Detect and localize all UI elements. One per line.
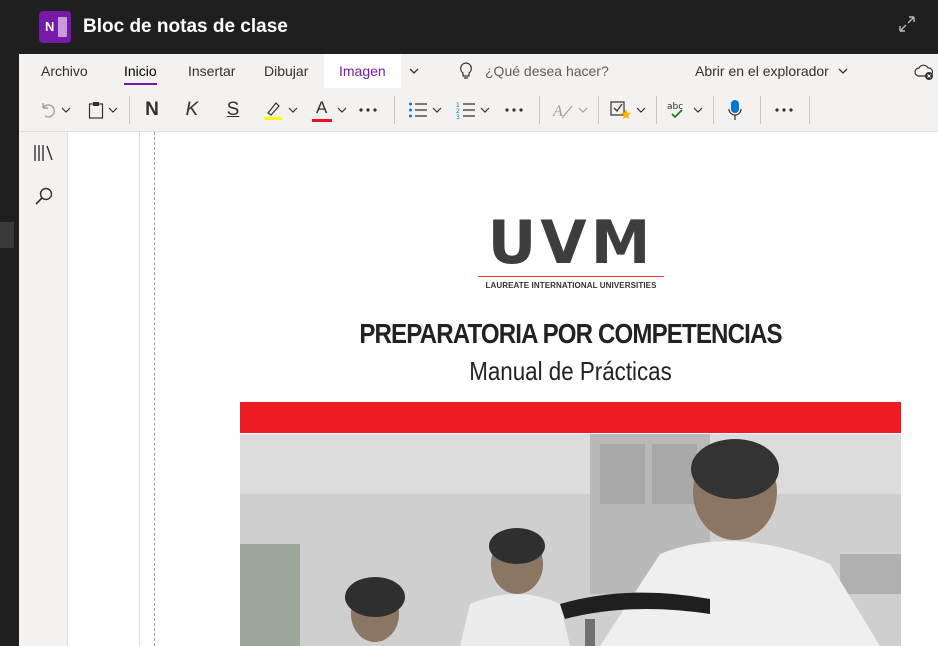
red-band bbox=[240, 402, 901, 433]
search-icon[interactable] bbox=[33, 186, 55, 208]
underline-button[interactable]: S bbox=[220, 94, 246, 126]
document-subtitle: Manual de Prácticas bbox=[469, 356, 672, 386]
page-margin-bar bbox=[139, 132, 140, 646]
svg-text:A: A bbox=[552, 103, 563, 120]
uvm-logo-text: UVM bbox=[487, 208, 655, 278]
tab-dibujar[interactable]: Dibujar bbox=[264, 54, 308, 88]
more-paragraph-options-button[interactable] bbox=[501, 94, 527, 126]
onenote-logo-icon: N bbox=[39, 11, 71, 43]
paste-button[interactable] bbox=[85, 94, 121, 126]
microphone-icon bbox=[728, 100, 742, 120]
lightbulb-icon bbox=[460, 62, 472, 79]
more-options-button[interactable] bbox=[771, 94, 797, 126]
chevron-down-icon bbox=[61, 107, 71, 113]
numbering-button[interactable]: 123 bbox=[453, 94, 493, 126]
outer-app-rail bbox=[0, 0, 19, 646]
chevron-down-icon bbox=[636, 107, 646, 113]
uvm-logo: UVM LAUREATE INTERNATIONAL UNIVERSITIES bbox=[476, 212, 666, 302]
more-font-options-button[interactable] bbox=[355, 94, 381, 126]
undo-button[interactable] bbox=[35, 94, 75, 126]
chevron-down-icon bbox=[693, 107, 703, 113]
chevron-down-icon bbox=[337, 107, 347, 113]
title-bar: N Bloc de notas de clase bbox=[19, 0, 938, 54]
ribbon-toolbar: N K S A 123 A abc bbox=[19, 88, 938, 132]
selected-rail-item[interactable] bbox=[0, 222, 14, 248]
expand-icon[interactable] bbox=[898, 15, 916, 33]
chevron-down-icon bbox=[108, 107, 118, 113]
notebooks-icon[interactable] bbox=[33, 142, 55, 164]
numbered-list-icon: 123 bbox=[456, 102, 475, 119]
highlighter-icon bbox=[264, 102, 282, 120]
more-tabs-chevron-icon[interactable] bbox=[408, 65, 420, 77]
highlight-button[interactable] bbox=[260, 94, 300, 126]
spelling-button[interactable]: abc bbox=[664, 94, 706, 126]
open-in-browser-button[interactable]: Abrir en el explorador bbox=[695, 54, 849, 88]
tag-checkbox-star-icon bbox=[610, 101, 631, 119]
tell-me-placeholder[interactable]: ¿Qué desea hacer? bbox=[485, 63, 609, 79]
italic-button[interactable]: K bbox=[179, 94, 205, 126]
styles-icon: A bbox=[552, 103, 573, 120]
italic-label: K bbox=[185, 99, 199, 120]
open-in-browser-label: Abrir en el explorador bbox=[695, 63, 829, 79]
font-color-button[interactable]: A bbox=[309, 94, 349, 126]
tab-inicio[interactable]: Inicio bbox=[124, 54, 157, 88]
bold-button[interactable]: N bbox=[139, 94, 165, 126]
clipboard-icon bbox=[88, 102, 104, 119]
sync-cloud-icon[interactable] bbox=[914, 63, 934, 81]
svg-text:3: 3 bbox=[456, 114, 460, 119]
chevron-down-icon bbox=[578, 107, 588, 113]
navigation-sidebar bbox=[19, 132, 68, 646]
font-color-letter: A bbox=[316, 98, 328, 117]
app-title: Bloc de notas de clase bbox=[83, 16, 288, 37]
spelling-check-icon: abc bbox=[667, 102, 683, 119]
chevron-down-icon bbox=[480, 107, 490, 113]
students-photo bbox=[240, 434, 901, 646]
tab-imagen[interactable]: Imagen bbox=[324, 54, 401, 88]
undo-icon bbox=[42, 103, 55, 118]
tab-archivo[interactable]: Archivo bbox=[41, 54, 88, 88]
page-canvas[interactable]: UVM LAUREATE INTERNATIONAL UNIVERSITIES … bbox=[68, 132, 938, 646]
logo-letter: N bbox=[45, 19, 55, 34]
note-container-guide bbox=[154, 132, 155, 646]
chevron-down-icon bbox=[288, 107, 298, 113]
chevron-down-icon bbox=[432, 107, 442, 113]
bold-label: N bbox=[145, 99, 159, 120]
dictate-button[interactable] bbox=[722, 94, 748, 126]
font-color-icon: A bbox=[311, 98, 333, 122]
underline-label: S bbox=[226, 99, 240, 120]
tag-button[interactable] bbox=[607, 94, 649, 126]
more-icon bbox=[359, 108, 377, 112]
more-icon bbox=[775, 108, 793, 112]
tell-me-box[interactable]: ¿Qué desea hacer? bbox=[459, 54, 609, 88]
chevron-down-icon bbox=[838, 68, 848, 74]
uvm-logo-subtitle: LAUREATE INTERNATIONAL UNIVERSITIES bbox=[485, 281, 657, 290]
bullets-button[interactable] bbox=[405, 94, 445, 126]
document-title: PREPARATORIA POR COMPETENCIAS bbox=[359, 318, 782, 349]
styles-button[interactable]: A bbox=[549, 94, 591, 126]
tab-insertar[interactable]: Insertar bbox=[188, 54, 235, 88]
ribbon: Archivo Inicio Insertar Dibujar Imagen ¿… bbox=[19, 54, 938, 132]
inserted-pdf-page[interactable]: UVM LAUREATE INTERNATIONAL UNIVERSITIES … bbox=[240, 202, 901, 646]
ribbon-tabs: Archivo Inicio Insertar Dibujar Imagen ¿… bbox=[19, 54, 938, 88]
bulleted-list-icon bbox=[409, 102, 427, 118]
more-icon bbox=[505, 108, 523, 112]
